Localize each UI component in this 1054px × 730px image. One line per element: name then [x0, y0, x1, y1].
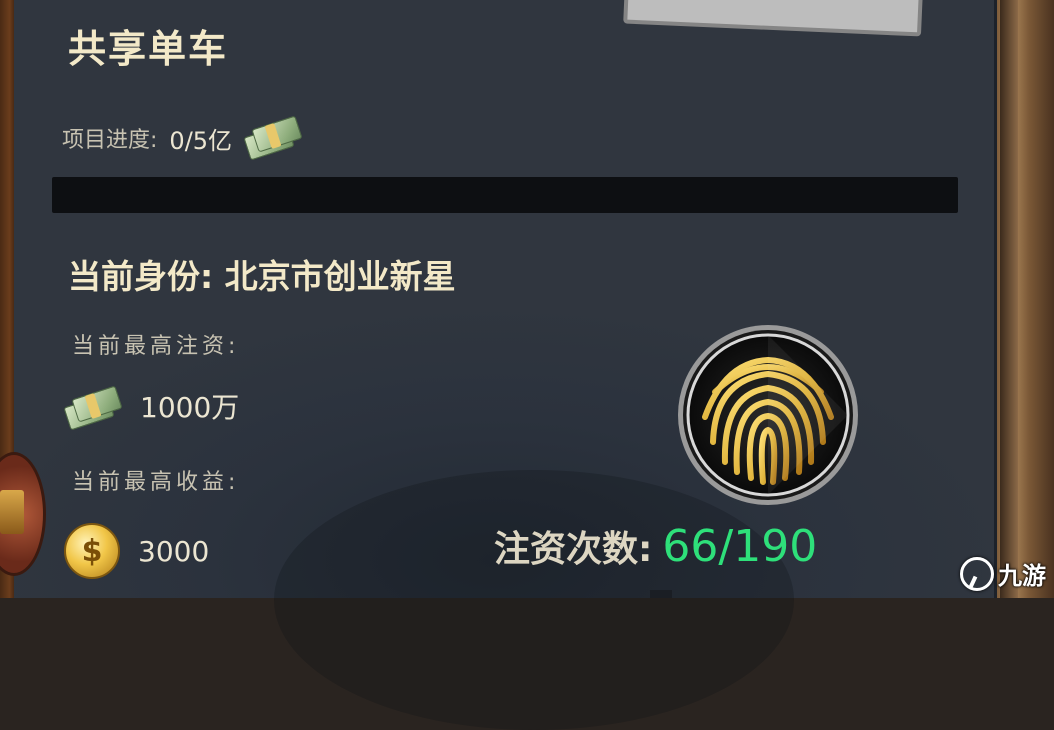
progress-bar: [52, 177, 958, 213]
panel-tab: [650, 590, 672, 598]
watermark: 九游: [960, 556, 1046, 591]
highest-investment-value: 1000万: [140, 391, 240, 424]
fingerprint-icon: [678, 325, 858, 505]
project-title: 共享单车: [68, 27, 229, 71]
dollar-coin-icon: $: [64, 523, 120, 579]
progress-value: 0/5亿: [169, 126, 233, 155]
investment-count-label: 注资次数:: [494, 529, 653, 570]
highest-investment-row: 1000万: [62, 384, 240, 431]
highest-earnings-row: $ 3000: [64, 523, 209, 579]
highest-investment-label: 当前最高注资:: [72, 334, 240, 359]
highest-earnings-label: 当前最高收益:: [72, 470, 240, 495]
project-progress-row: 项目进度: 0/5亿: [62, 115, 303, 161]
fingerprint-invest-button[interactable]: [675, 322, 861, 508]
project-panel: [14, 0, 997, 730]
current-identity: 当前身份: 北京市创业新星: [68, 257, 456, 296]
right-frame-edge: [1000, 0, 1018, 598]
panel-shadow: [274, 470, 794, 730]
document-edge: [623, 0, 923, 37]
watermark-text: 九游: [998, 562, 1046, 590]
side-badge-glyph-icon: [0, 490, 24, 534]
progress-label: 项目进度:: [62, 128, 158, 153]
investment-count-row: 注资次数: 66/190: [494, 520, 817, 572]
watermark-logo-icon: [960, 556, 994, 591]
cash-stack-icon: [240, 115, 303, 161]
cash-stack-icon: [62, 384, 123, 431]
highest-earnings-value: 3000: [138, 534, 210, 568]
investment-count-value: 66/190: [662, 521, 818, 572]
